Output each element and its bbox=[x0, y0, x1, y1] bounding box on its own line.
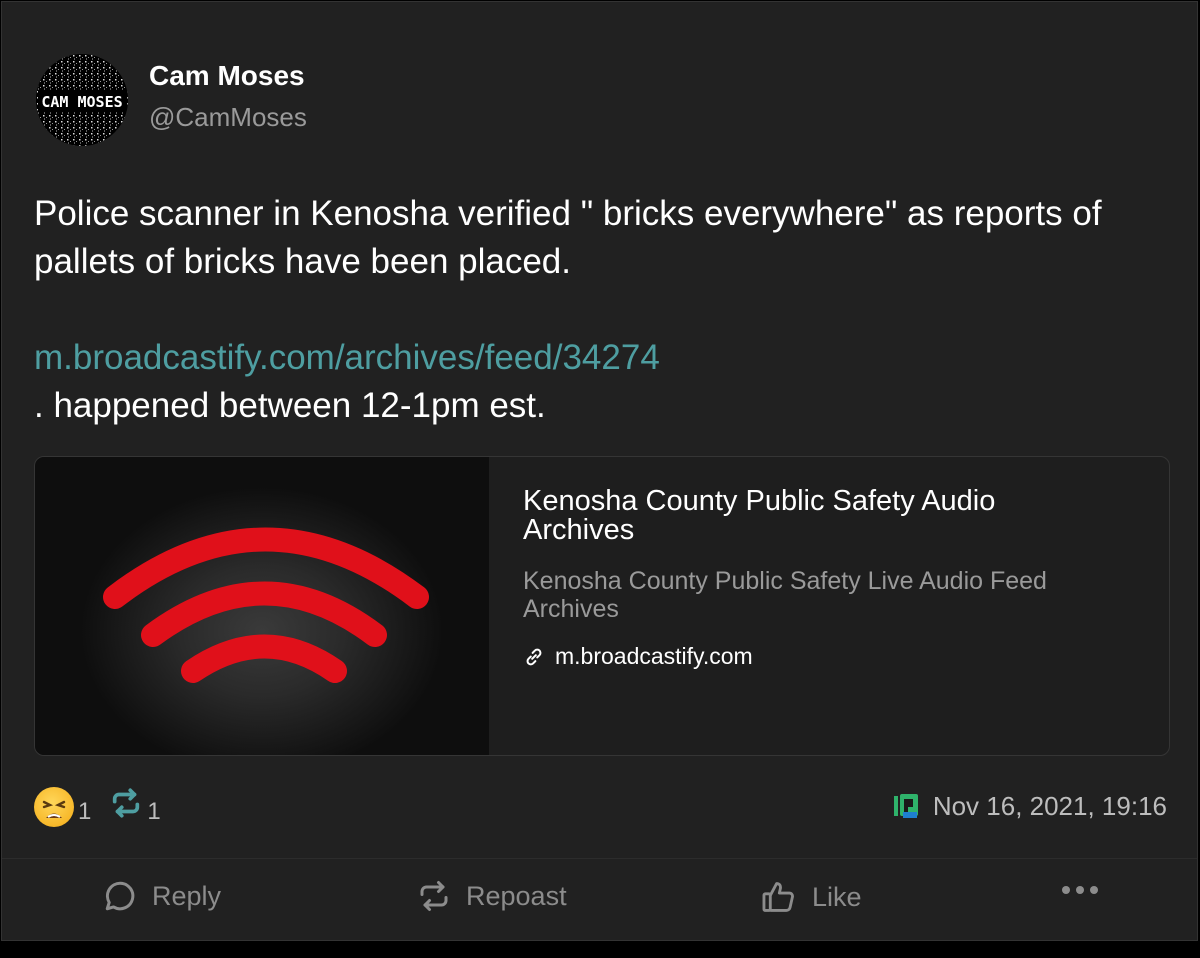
link-icon bbox=[523, 646, 545, 668]
thumbs-up-icon bbox=[760, 878, 798, 916]
post-timestamp-row[interactable]: Nov 16, 2021, 19:16 bbox=[891, 790, 1167, 822]
link-preview-thumbnail bbox=[35, 457, 489, 755]
link-preview-card[interactable]: Kenosha County Public Safety Audio Archi… bbox=[34, 456, 1170, 756]
like-label: Like bbox=[812, 881, 862, 912]
reaction-count: 1 bbox=[78, 797, 92, 825]
link-preview-domain-text: m.broadcastify.com bbox=[555, 643, 753, 669]
post-text-line2: . happened between 12-1pm est. bbox=[34, 386, 546, 425]
like-button[interactable]: Like bbox=[760, 878, 862, 916]
link-preview-domain: m.broadcastify.com bbox=[523, 643, 753, 670]
author-name[interactable]: Cam Moses bbox=[149, 60, 305, 92]
avatar[interactable]: CAM MOSES bbox=[36, 54, 128, 146]
reply-label: Reply bbox=[152, 880, 222, 911]
reply-icon bbox=[102, 878, 138, 914]
post-link[interactable]: m.broadcastify.com/archives/feed/34274 bbox=[34, 338, 660, 377]
avatar-text: CAM MOSES bbox=[41, 93, 122, 111]
repost-action-icon bbox=[416, 878, 452, 914]
radio-signal-icon bbox=[103, 527, 429, 683]
repost-count: 1 bbox=[147, 797, 161, 825]
post-text-line1: Police scanner in Kenosha verified " bri… bbox=[34, 194, 1102, 281]
link-preview-description: Kenosha County Public Safety Live Audio … bbox=[523, 567, 1047, 623]
post-card: CAM MOSES Cam Moses @CamMoses Police sca… bbox=[1, 1, 1198, 941]
post-stats: 1 1 bbox=[34, 786, 179, 827]
author-handle[interactable]: @CamMoses bbox=[149, 102, 307, 133]
link-preview-title: Kenosha County Public Safety Audio Archi… bbox=[523, 485, 996, 546]
repost-icon[interactable] bbox=[109, 786, 143, 827]
reply-button[interactable]: Reply bbox=[102, 878, 221, 914]
divider bbox=[2, 858, 1197, 859]
post-timestamp: Nov 16, 2021, 19:16 bbox=[932, 790, 1167, 821]
repost-label: Repoast bbox=[466, 880, 567, 911]
weary-face-icon[interactable] bbox=[34, 786, 74, 827]
repost-button[interactable]: Repoast bbox=[416, 878, 567, 914]
more-icon[interactable] bbox=[1062, 886, 1098, 894]
post-text: Police scanner in Kenosha verified " bri… bbox=[34, 190, 1184, 430]
app-source-icon bbox=[891, 790, 923, 822]
